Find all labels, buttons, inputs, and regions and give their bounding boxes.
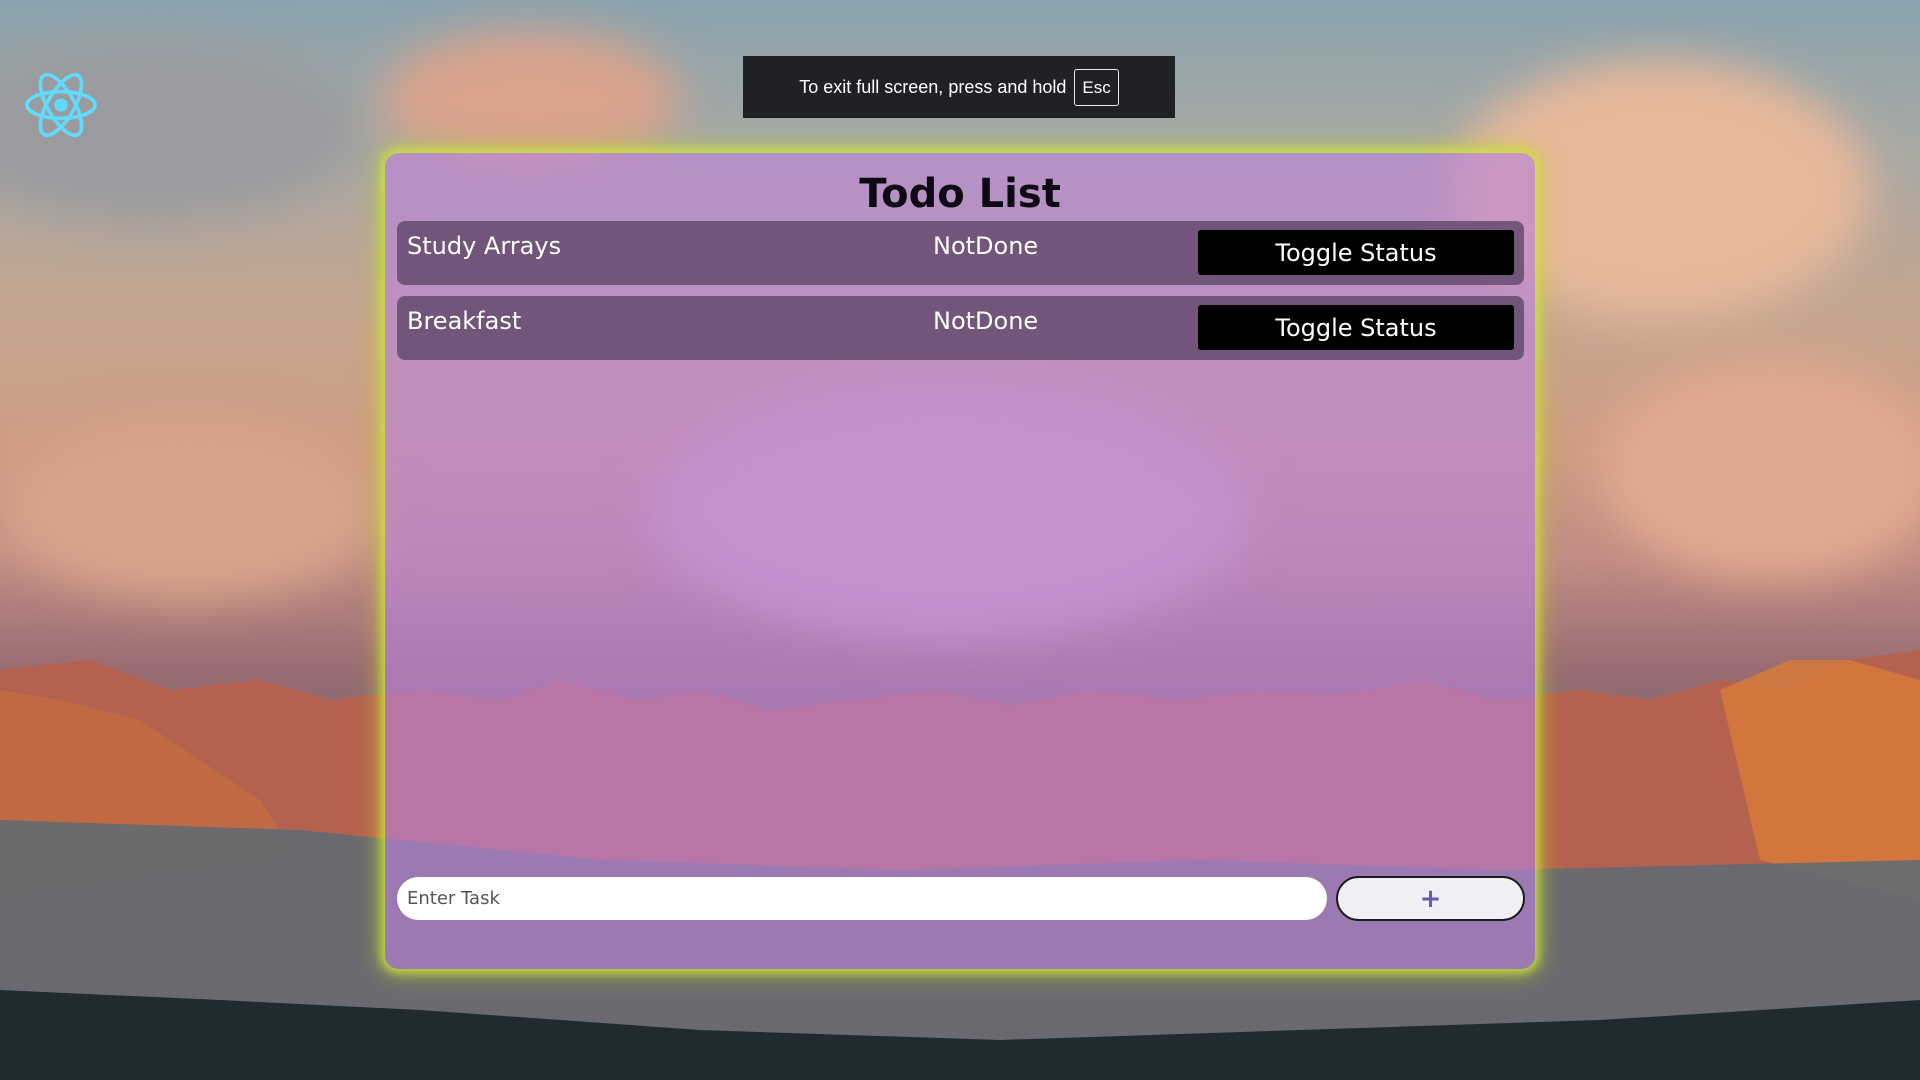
- task-status: NotDone: [933, 232, 1039, 260]
- react-logo-icon: [25, 72, 97, 138]
- fullscreen-exit-notice: To exit full screen, press and hold Esc: [743, 56, 1175, 118]
- task-name: Breakfast: [407, 307, 522, 335]
- plus-icon: +: [1419, 883, 1442, 914]
- todo-item: Study Arrays NotDone Toggle Status: [397, 221, 1524, 285]
- toggle-status-button[interactable]: Toggle Status: [1198, 230, 1514, 275]
- fullscreen-notice-text: To exit full screen, press and hold: [799, 76, 1067, 97]
- toggle-status-button[interactable]: Toggle Status: [1198, 305, 1514, 350]
- task-name: Study Arrays: [407, 232, 562, 260]
- task-status: NotDone: [933, 307, 1039, 335]
- todo-card: Todo List Study Arrays NotDone Toggle St…: [385, 153, 1535, 969]
- task-input[interactable]: [397, 877, 1327, 920]
- page-title: Todo List: [859, 171, 1061, 217]
- todo-item: Breakfast NotDone Toggle Status: [397, 296, 1524, 360]
- esc-key-hint: Esc: [1074, 68, 1119, 106]
- add-task-button[interactable]: +: [1336, 876, 1525, 921]
